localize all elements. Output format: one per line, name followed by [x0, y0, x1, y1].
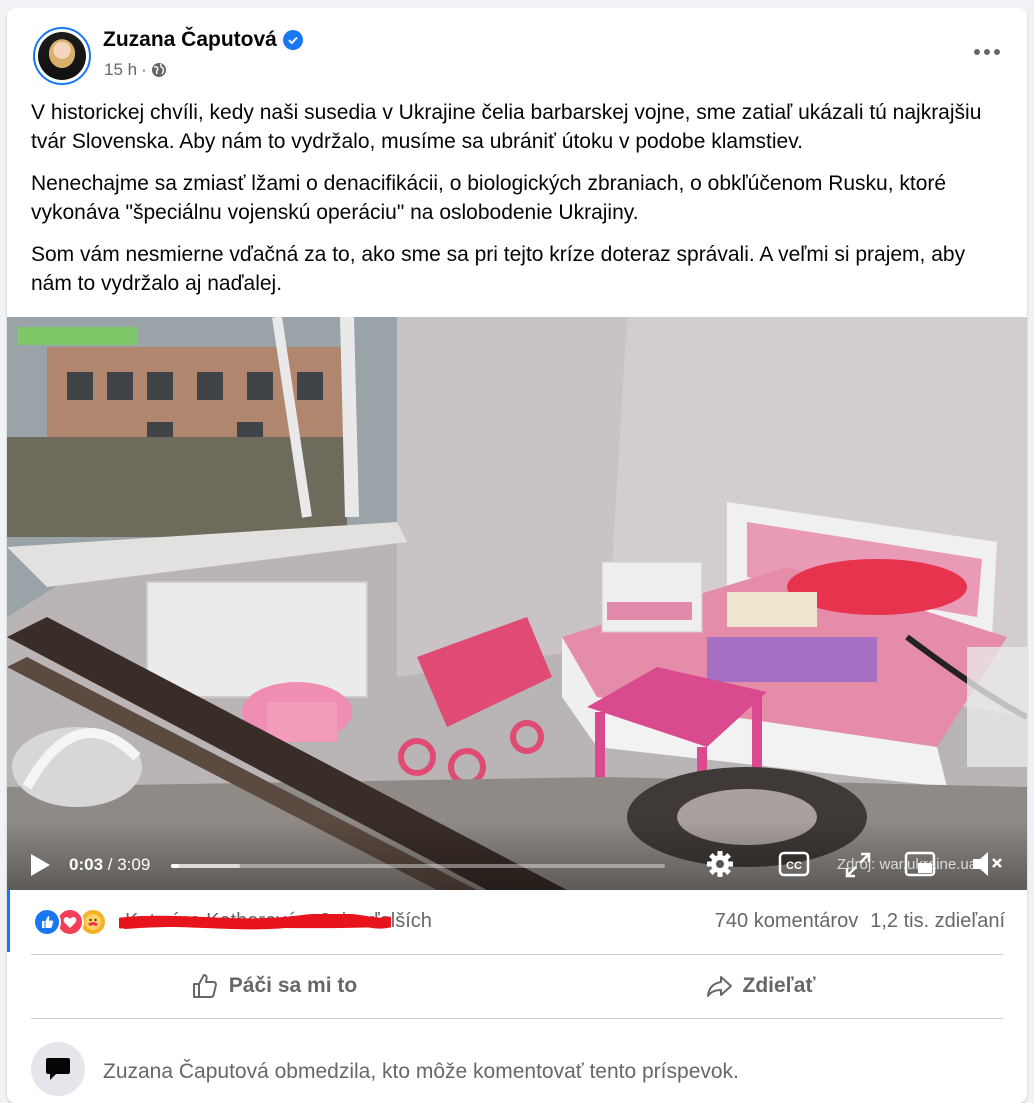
progress-fill — [171, 864, 179, 868]
share-button[interactable]: Zdieľať — [517, 956, 1003, 1016]
like-label: Páči sa mi to — [228, 974, 358, 997]
share-label: Zdieľať — [742, 974, 816, 997]
thumbs-up-icon — [192, 974, 217, 998]
divider — [31, 1018, 1003, 1019]
verified-badge-icon — [282, 30, 303, 50]
shares-count[interactable]: 1,2 tis. zdieľaní — [870, 910, 1005, 933]
video-time: 0:03 / 3:09 — [69, 855, 150, 875]
video-frame-image — [7, 317, 1027, 890]
post-actions: Páči sa mi to Zdieľať — [31, 956, 1003, 1016]
reaction-icons[interactable] — [33, 908, 107, 936]
play-icon[interactable] — [29, 853, 51, 877]
author-avatar[interactable] — [33, 27, 91, 85]
duration: / 3:09 — [107, 855, 151, 874]
author-name-row: Zuzana Čaputová — [103, 28, 303, 52]
engagement-counts: 740 komentárov 1,2 tis. zdieľaní — [715, 910, 1005, 933]
reaction-stats: Katarína Ketherová a 8 tis. ďalších 740 … — [7, 890, 1027, 952]
more-dot-icon — [984, 49, 990, 55]
video-progress-bar[interactable] — [171, 864, 665, 868]
redaction-scribble — [119, 914, 391, 930]
author-name[interactable]: Zuzana Čaputová — [103, 28, 277, 52]
post-paragraph: Nenechajme sa zmiasť lžami o denacifikác… — [31, 172, 947, 224]
svg-text:CC: CC — [786, 860, 802, 872]
post-meta: 15 h · — [104, 60, 167, 80]
meta-separator: · — [141, 60, 147, 79]
restriction-text: Zuzana Čaputová obmedzila, kto môže kome… — [103, 1060, 739, 1083]
post-paragraph: Som vám nesmierne vďačná za to, ako sme … — [31, 243, 966, 295]
post-time[interactable]: 15 h — [104, 60, 137, 80]
post-card: Zuzana Čaputová 15 h · V historickej chv… — [7, 8, 1027, 1103]
more-dot-icon — [974, 49, 980, 55]
more-options-button[interactable] — [969, 38, 1005, 66]
divider — [31, 954, 1003, 955]
video-credit: Zdroj: war.ukraine.ua — [837, 856, 978, 873]
more-dot-icon — [994, 49, 1000, 55]
comment-restriction-notice: Zuzana Čaputová obmedzila, kto môže kome… — [31, 1040, 1003, 1100]
share-arrow-icon — [706, 976, 732, 997]
video-player[interactable]: 0:03 / 3:09 CC Zdroj: war.ukraine.ua — [7, 317, 1027, 890]
video-controls: 0:03 / 3:09 CC Zdroj: war.ukraine.ua — [7, 820, 1027, 890]
captions-icon[interactable]: CC — [778, 851, 810, 877]
comments-count[interactable]: 740 komentárov — [715, 910, 858, 933]
focus-accent-bar — [7, 890, 10, 952]
post-text: V historickej chvíli, kedy naši susedia … — [31, 98, 1011, 311]
post-paragraph: V historickej chvíli, kedy naši susedia … — [31, 101, 982, 153]
settings-gear-icon[interactable] — [704, 848, 736, 880]
comment-bubble-icon — [31, 1042, 85, 1096]
globe-icon — [151, 63, 166, 77]
like-reaction-icon — [33, 908, 61, 936]
current-time: 0:03 — [69, 855, 104, 874]
like-button[interactable]: Páči sa mi to — [31, 956, 517, 1016]
buffered-indicator — [171, 864, 241, 868]
